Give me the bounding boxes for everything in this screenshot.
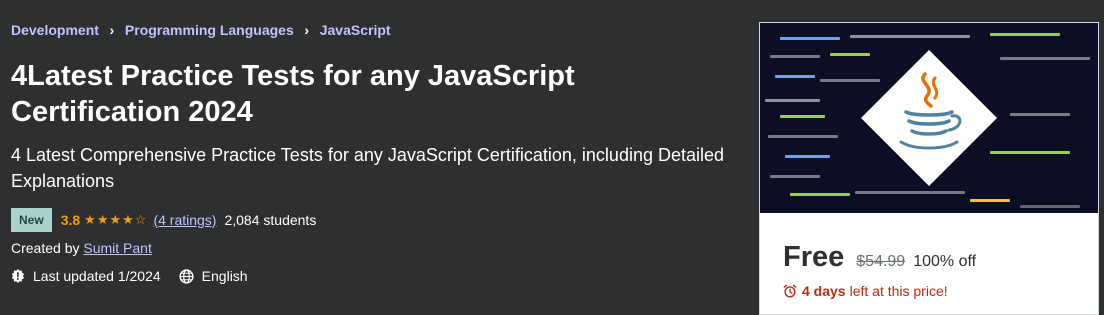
- star-icon: ★: [84, 212, 97, 227]
- rating-row: New 3.8 ★★★★☆ (4 ratings) 2,084 students: [11, 208, 316, 232]
- purchase-card: Free $54.99 100% off 4 days left at this…: [759, 22, 1099, 315]
- code-line: [850, 35, 970, 38]
- breadcrumb: Development › Programming Languages › Ja…: [11, 22, 391, 38]
- deadline-days: 4 days: [802, 283, 846, 299]
- rating-value: 3.8: [60, 212, 81, 228]
- code-line: [770, 175, 820, 178]
- code-line: [970, 199, 1010, 202]
- code-line: [855, 191, 965, 194]
- breadcrumb-development[interactable]: Development: [11, 22, 99, 38]
- ratings-count-link[interactable]: (4 ratings): [153, 212, 216, 228]
- price-row: Free $54.99 100% off: [783, 241, 976, 274]
- code-line: [790, 193, 850, 196]
- chevron-right-icon: ›: [109, 22, 115, 38]
- created-by: Created by Sumit Pant: [11, 240, 152, 256]
- star-rating: ★★★★☆: [84, 212, 147, 228]
- code-line: [768, 135, 838, 138]
- instructor-link[interactable]: Sumit Pant: [83, 240, 151, 256]
- alarm-clock-icon: [783, 284, 797, 298]
- code-line: [775, 75, 815, 78]
- language-text: English: [201, 268, 248, 284]
- code-line: [770, 55, 820, 58]
- code-line: [1000, 57, 1090, 60]
- last-updated: Last updated 1/2024: [11, 268, 161, 284]
- alert-badge-icon: [11, 269, 25, 283]
- star-icon: ★: [122, 212, 135, 227]
- star-icon: ★: [96, 212, 110, 227]
- created-by-label: Created by: [11, 240, 84, 256]
- globe-icon: [179, 268, 194, 284]
- discount-percent: 100% off: [913, 253, 977, 270]
- code-line: [785, 155, 830, 158]
- price-deadline: 4 days left at this price!: [783, 283, 948, 299]
- breadcrumb-javascript[interactable]: JavaScript: [320, 22, 391, 38]
- star-icon: ★: [109, 212, 123, 227]
- new-badge: New: [11, 208, 52, 232]
- code-line: [780, 37, 840, 40]
- code-line: [765, 99, 820, 102]
- star-outline-icon: ☆: [134, 212, 148, 227]
- code-line: [780, 115, 825, 118]
- current-price: Free: [783, 241, 845, 273]
- language: English: [179, 268, 248, 284]
- breadcrumb-programming-languages[interactable]: Programming Languages: [125, 22, 294, 38]
- code-line: [1010, 113, 1070, 116]
- deadline-text: left at this price!: [849, 283, 948, 299]
- original-price: $54.99: [856, 253, 906, 270]
- course-title: 4Latest Practice Tests for any JavaScrip…: [11, 60, 575, 128]
- course-subtitle: 4 Latest Comprehensive Practice Tests fo…: [11, 145, 725, 191]
- last-updated-text: Last updated 1/2024: [33, 268, 161, 284]
- java-coffee-cup-icon: [861, 50, 997, 186]
- course-thumbnail[interactable]: [760, 23, 1098, 213]
- course-meta: Last updated 1/2024 English: [11, 268, 266, 284]
- students-count: 2,084 students: [224, 212, 317, 228]
- code-line: [990, 151, 1070, 154]
- code-line: [990, 33, 1060, 36]
- chevron-right-icon: ›: [304, 22, 310, 38]
- code-line: [1020, 205, 1080, 208]
